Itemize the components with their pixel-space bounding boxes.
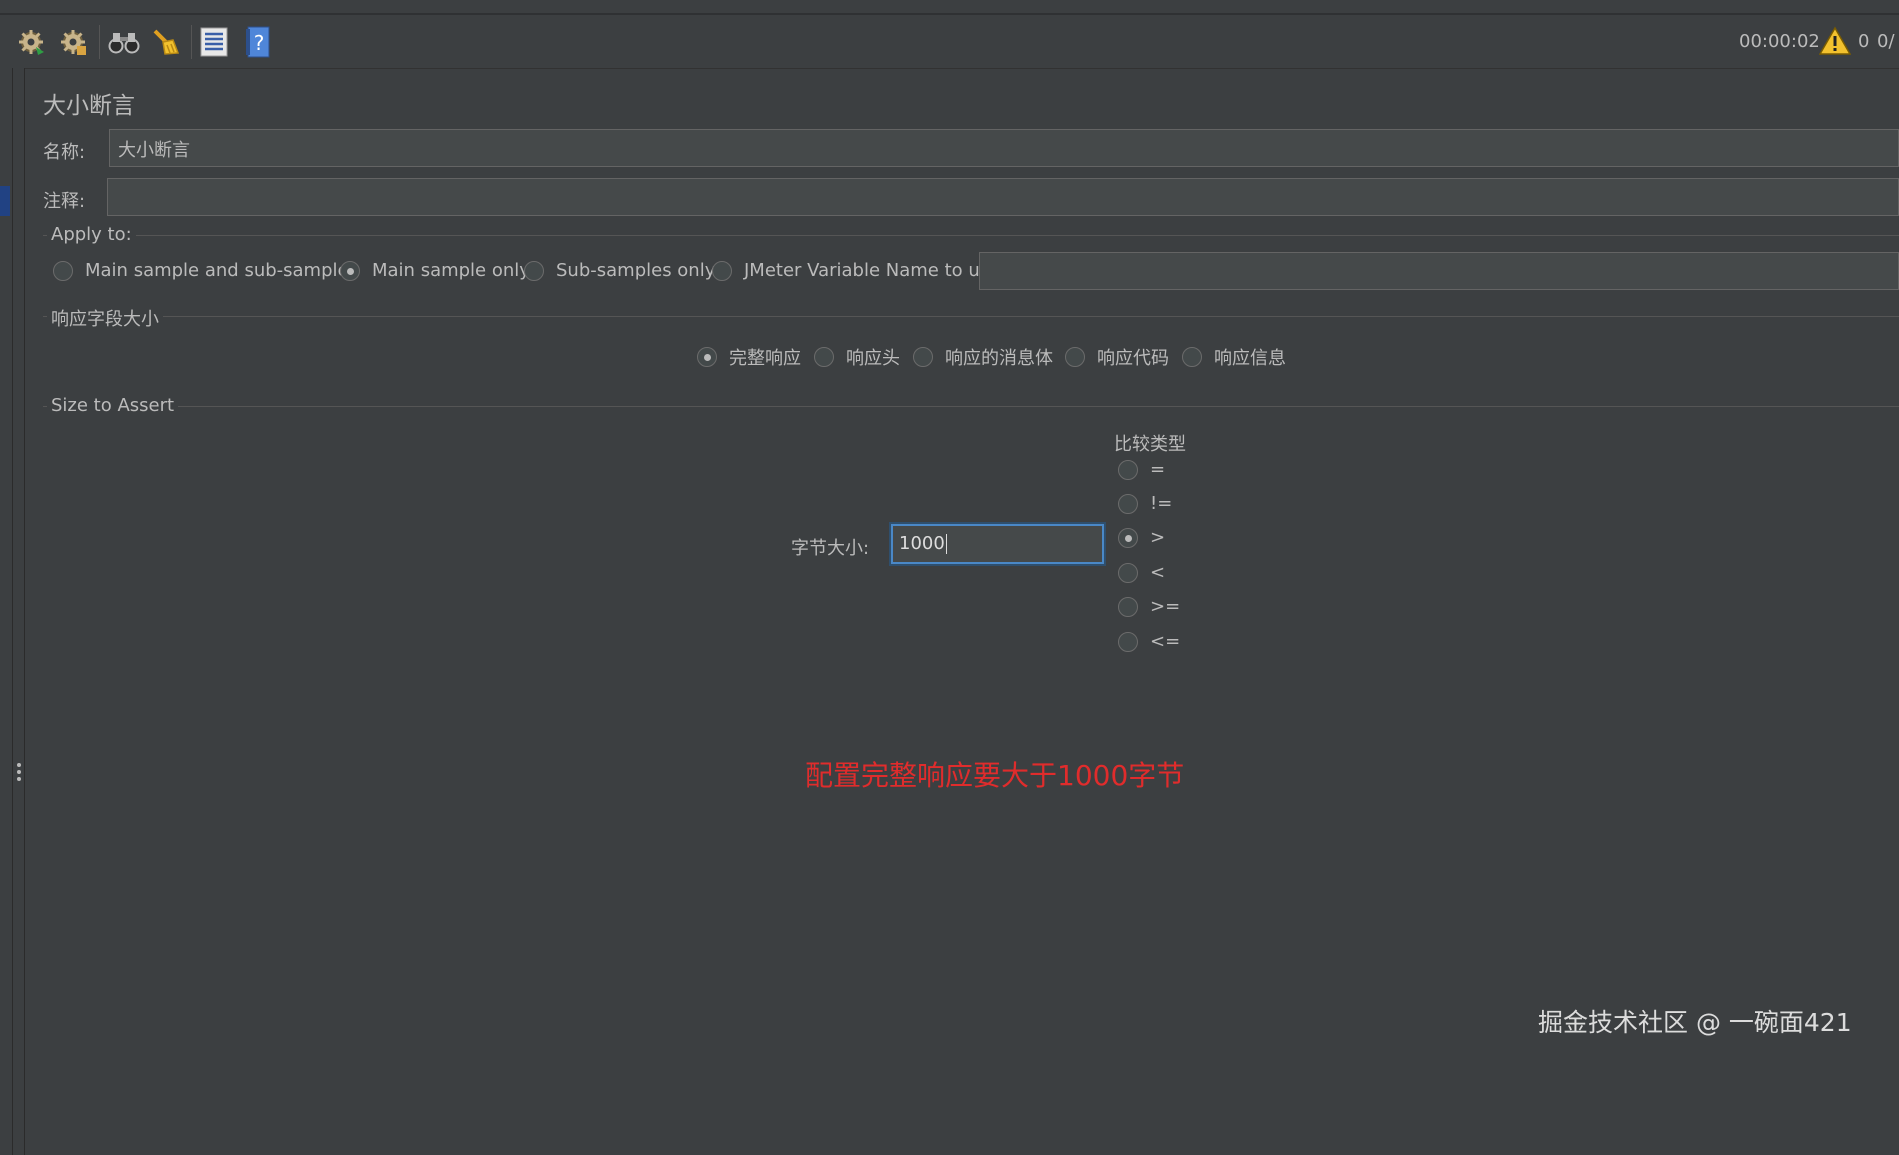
elapsed-time: 00:00:02 — [1739, 31, 1820, 52]
radio-label: 响应信息 — [1214, 348, 1286, 369]
gear-stop-icon[interactable] — [56, 25, 90, 59]
radio-jmeter-variable[interactable]: JMeter Variable Name to use — [712, 260, 1000, 281]
radio-label: >= — [1150, 596, 1181, 617]
radio-compare-equal[interactable]: = — [1118, 459, 1165, 480]
radio-label: JMeter Variable Name to use — [744, 260, 1001, 281]
radio-label: > — [1150, 527, 1166, 548]
thread-count: 0/ — [1877, 31, 1895, 52]
list-icon[interactable] — [197, 25, 231, 59]
tree-selection-marker — [0, 186, 10, 216]
comment-label: 注释: — [43, 191, 86, 212]
radio-label: != — [1150, 493, 1173, 514]
radio-main-sample-only[interactable]: Main sample only — [340, 260, 530, 281]
radio-main-and-sub-samples[interactable]: Main sample and sub-samples — [53, 260, 358, 281]
svg-text:?: ? — [254, 31, 265, 55]
radio-circle[interactable] — [913, 347, 933, 367]
radio-circle-selected[interactable] — [697, 347, 717, 367]
radio-response-code[interactable]: 响应代码 — [1065, 344, 1169, 370]
jmeter-variable-input[interactable] — [979, 252, 1899, 290]
radio-circle[interactable] — [814, 347, 834, 367]
radio-circle[interactable] — [1065, 347, 1085, 367]
page-title: 大小断言 — [43, 93, 135, 119]
toolbar: ? 00:00:02 0 0/ — [0, 15, 1899, 69]
radio-label: 响应的消息体 — [945, 348, 1053, 369]
radio-compare-greater[interactable]: > — [1118, 527, 1165, 548]
window-top-border — [0, 0, 1899, 15]
splitter-grip-icon[interactable] — [17, 763, 21, 784]
radio-circle[interactable] — [1118, 459, 1138, 480]
radio-sub-samples-only[interactable]: Sub-samples only — [524, 260, 715, 281]
radio-circle[interactable] — [1118, 562, 1138, 583]
gear-run-icon[interactable] — [14, 25, 48, 59]
byte-size-label: 字节大小: — [791, 538, 870, 559]
radio-compare-less[interactable]: < — [1118, 562, 1165, 583]
radio-label: Main sample only — [372, 260, 530, 281]
radio-circle-selected[interactable] — [340, 260, 360, 281]
radio-circle[interactable] — [1118, 596, 1138, 617]
warning-icon[interactable] — [1818, 24, 1852, 58]
toolbar-separator — [99, 25, 100, 59]
radio-label: 完整响应 — [729, 348, 801, 369]
size-to-assert-group-border — [43, 406, 1899, 407]
name-label: 名称: — [43, 142, 86, 163]
radio-circle[interactable] — [1182, 347, 1202, 367]
apply-to-title: Apply to: — [47, 224, 136, 245]
radio-compare-not-equal[interactable]: != — [1118, 493, 1172, 514]
tree-panel-edge — [0, 68, 12, 1155]
byte-size-input[interactable]: 1000 — [891, 524, 1104, 564]
broom-icon[interactable] — [149, 25, 183, 59]
warning-count: 0 — [1858, 31, 1870, 52]
size-assertion-panel: 大小断言 名称: 大小断言 注释: Apply to: Main sample … — [25, 68, 1899, 1155]
radio-circle-selected[interactable] — [1118, 527, 1138, 548]
text-caret — [945, 534, 947, 554]
byte-size-value: 1000 — [899, 533, 945, 554]
radio-label: 响应头 — [846, 348, 900, 369]
radio-circle[interactable] — [53, 260, 73, 281]
name-field[interactable]: 大小断言 — [109, 129, 1899, 167]
annotation-note: 配置完整响应要大于1000字节 — [805, 759, 1185, 792]
response-field-group-border — [43, 316, 1899, 317]
radio-label: = — [1150, 459, 1166, 480]
toolbar-separator — [191, 25, 192, 59]
radio-response-message[interactable]: 响应信息 — [1182, 344, 1286, 370]
radio-label: Main sample and sub-samples — [85, 260, 358, 281]
radio-full-response[interactable]: 完整响应 — [697, 344, 801, 370]
radio-response-headers[interactable]: 响应头 — [814, 344, 900, 370]
radio-circle[interactable] — [712, 260, 732, 281]
radio-circle[interactable] — [524, 260, 544, 281]
radio-circle[interactable] — [1118, 631, 1138, 652]
radio-compare-less-equal[interactable]: <= — [1118, 631, 1180, 652]
comparison-type-title: 比较类型 — [1114, 434, 1186, 455]
radio-label: 响应代码 — [1097, 348, 1169, 369]
radio-label: <= — [1150, 631, 1181, 652]
help-icon[interactable]: ? — [241, 25, 275, 59]
radio-label: < — [1150, 562, 1166, 583]
apply-to-group-border — [43, 235, 1899, 236]
radio-compare-greater-equal[interactable]: >= — [1118, 596, 1180, 617]
radio-label: Sub-samples only — [556, 260, 716, 281]
response-field-title: 响应字段大小 — [47, 305, 163, 331]
size-to-assert-title: Size to Assert — [47, 395, 179, 416]
radio-circle[interactable] — [1118, 493, 1138, 514]
radio-response-body[interactable]: 响应的消息体 — [913, 344, 1053, 370]
comment-field[interactable] — [107, 178, 1899, 216]
watermark: 掘金技术社区 @ 一碗面421 — [1538, 1008, 1852, 1037]
panel-splitter[interactable] — [12, 68, 25, 1155]
binoculars-icon[interactable] — [107, 25, 141, 59]
